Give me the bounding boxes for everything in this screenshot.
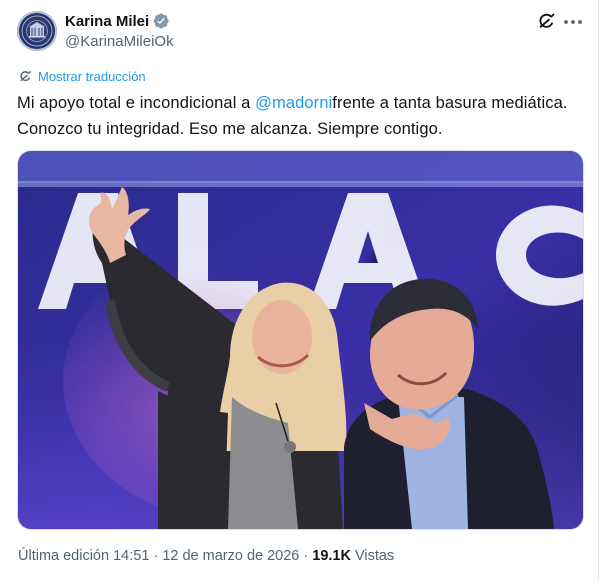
author-display-name[interactable]: Karina Milei xyxy=(65,13,149,30)
verified-badge-icon xyxy=(153,13,169,29)
author-handle[interactable]: @KarinaMileiOk xyxy=(65,33,174,50)
author-name-row: Karina Milei xyxy=(65,12,170,30)
tweet-date[interactable]: 12 de marzo de 2026 xyxy=(162,548,299,564)
photo-illustration xyxy=(18,151,583,529)
seal-emblem-icon xyxy=(21,15,53,47)
tweet-photo[interactable] xyxy=(17,150,584,530)
last-edited-label[interactable]: Última edición xyxy=(18,548,109,564)
views-label: Vistas xyxy=(355,548,395,564)
tweet-time[interactable]: 14:51 xyxy=(113,548,149,564)
author-avatar[interactable] xyxy=(17,11,57,51)
meta-separator: · xyxy=(153,548,159,564)
tweet-text-before: Mi apoyo total e incondicional a xyxy=(17,94,256,112)
views-count[interactable]: 19.1K xyxy=(312,548,351,564)
grok-icon[interactable] xyxy=(536,12,556,32)
meta-separator-2: · xyxy=(303,548,309,564)
more-options-icon[interactable] xyxy=(562,12,584,32)
tweet-meta: Última edición 14:51 · 12 de marzo de 20… xyxy=(18,548,394,564)
mention-link[interactable]: @madorni xyxy=(255,94,332,112)
tweet-card: Karina Milei @KarinaMileiOk Mostrar trad… xyxy=(0,0,599,582)
show-translation-label: Mostrar traducción xyxy=(38,69,146,84)
show-translation-link[interactable]: Mostrar traducción xyxy=(18,69,146,84)
tweet-text: Mi apoyo total e incondicional a @madorn… xyxy=(17,90,582,142)
translate-grok-icon xyxy=(20,70,31,81)
